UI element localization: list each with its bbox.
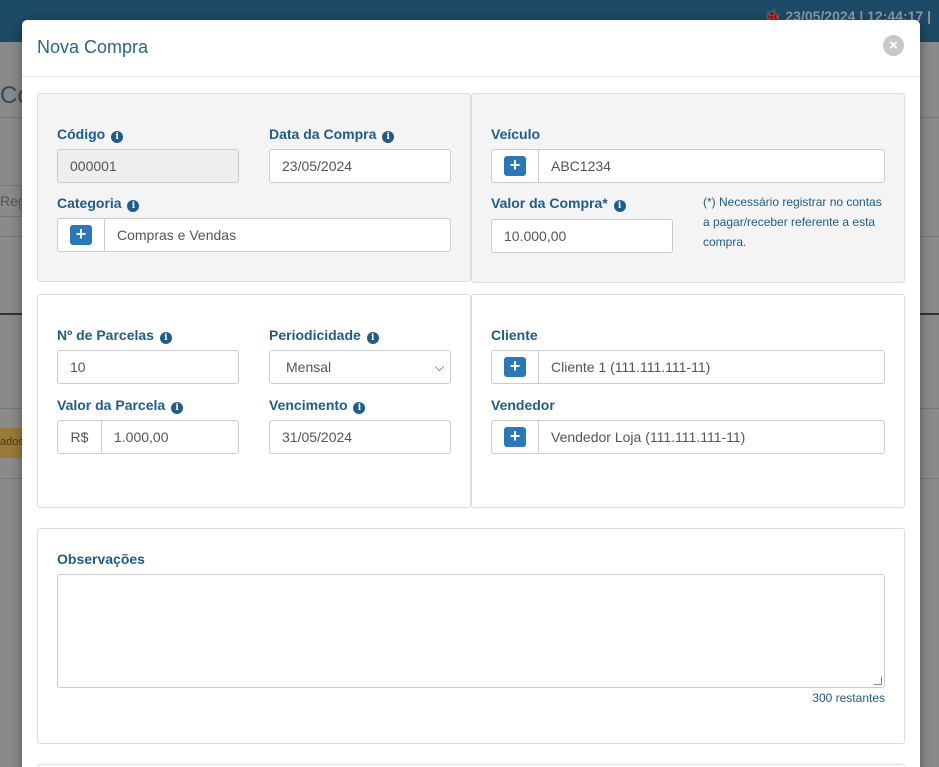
valor-compra-field[interactable]: 10.000,00	[491, 219, 673, 253]
panel-vehicle-value: Veículo + ABC1234 Valor da Compra* i 10.…	[471, 93, 905, 283]
codigo-field: 000001	[57, 149, 239, 183]
nova-compra-modal: Nova Compra × Código i 000001 Data da Co…	[22, 20, 920, 767]
add-veiculo-button[interactable]: +	[504, 156, 526, 176]
vendedor-field[interactable]: Vendedor Loja (111.111.111-11)	[538, 420, 885, 454]
veiculo-add-addon: +	[491, 149, 538, 183]
vencimento-label: Vencimento i	[269, 397, 366, 414]
veiculo-group: + ABC1234	[491, 149, 885, 183]
panel-basic-info: Código i 000001 Data da Compra i 23/05/2…	[37, 93, 471, 282]
modal-header: Nova Compra ×	[22, 20, 920, 77]
categoria-group: + Compras e Vendas	[57, 218, 451, 252]
vendedor-add-addon: +	[491, 420, 538, 454]
cliente-group: + Cliente 1 (111.111.111-11)	[491, 350, 885, 384]
add-vendedor-button[interactable]: +	[504, 427, 526, 447]
panel-notes: Observações 300 restantes	[37, 528, 905, 744]
add-categoria-button[interactable]: +	[70, 225, 92, 245]
valor-parcela-group: R$ 1.000,00	[57, 420, 239, 454]
background-button: ados	[0, 428, 22, 458]
info-icon[interactable]: i	[127, 200, 140, 212]
periodicidade-select[interactable]: Mensal ⌵	[269, 350, 451, 384]
valor-compra-note: (*) Necessário registrar no contas a pag…	[703, 195, 882, 249]
codigo-label: Código i	[57, 126, 124, 143]
cliente-add-addon: +	[491, 350, 538, 384]
valor-compra-label: Valor da Compra* i	[491, 195, 626, 212]
info-icon[interactable]: i	[382, 131, 395, 143]
chevron-down-icon: ⌵	[434, 360, 444, 374]
num-parcelas-label: Nº de Parcelas i	[57, 327, 172, 344]
add-cliente-button[interactable]: +	[504, 357, 526, 377]
veiculo-field[interactable]: ABC1234	[538, 149, 885, 183]
info-icon[interactable]: i	[159, 332, 172, 344]
info-icon[interactable]: i	[613, 200, 626, 212]
categoria-field[interactable]: Compras e Vendas	[104, 218, 451, 252]
info-icon[interactable]: i	[111, 131, 124, 143]
observacoes-textarea[interactable]	[57, 574, 885, 688]
info-icon[interactable]: i	[171, 402, 184, 414]
info-icon[interactable]: i	[353, 402, 366, 414]
num-parcelas-field[interactable]: 10	[57, 350, 239, 384]
resize-handle[interactable]	[874, 677, 882, 685]
cliente-field[interactable]: Cliente 1 (111.111.111-11)	[538, 350, 885, 384]
panel-parties: Cliente + Cliente 1 (111.111.111-11) Ven…	[471, 294, 905, 508]
currency-addon: R$	[57, 420, 101, 454]
modal-title: Nova Compra	[37, 37, 149, 57]
valor-parcela-label: Valor da Parcela i	[57, 397, 184, 414]
search-input: Reg	[0, 185, 22, 217]
observacoes-label: Observações	[57, 551, 145, 567]
categoria-add-addon: +	[57, 218, 104, 252]
vendedor-group: + Vendedor Loja (111.111.111-11)	[491, 420, 885, 454]
data-compra-label: Data da Compra i	[269, 126, 395, 143]
info-icon[interactable]: i	[366, 332, 379, 344]
panel-installments: Nº de Parcelas i 10 Periodicidade i Mens…	[37, 294, 471, 508]
char-counter: 300 restantes	[812, 691, 885, 705]
close-icon[interactable]: ×	[883, 35, 904, 56]
cliente-label: Cliente	[491, 327, 538, 343]
categoria-label: Categoria i	[57, 195, 140, 212]
vencimento-field[interactable]: 31/05/2024	[269, 420, 451, 454]
periodicidade-value: Mensal	[286, 359, 332, 375]
periodicidade-label: Periodicidade i	[269, 327, 379, 344]
data-compra-field[interactable]: 23/05/2024	[269, 149, 451, 183]
veiculo-label: Veículo	[491, 126, 541, 142]
valor-parcela-field[interactable]: 1.000,00	[101, 420, 239, 454]
vendedor-label: Vendedor	[491, 397, 555, 413]
